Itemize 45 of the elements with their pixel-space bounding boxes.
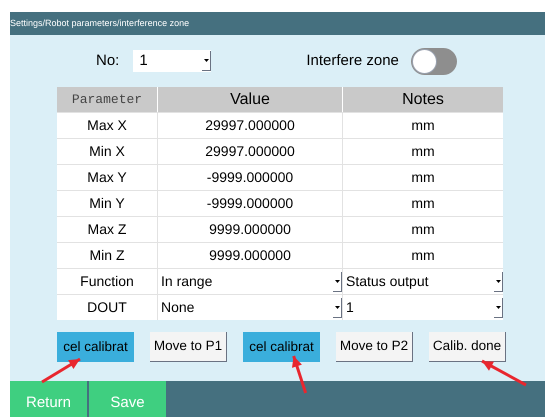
table-dropdown[interactable]: 1 [342, 295, 503, 320]
caret-icon [202, 51, 212, 71]
table-cell: 29997.000000 [157, 113, 342, 138]
table-cell-text: Min X [88, 142, 126, 161]
action-button[interactable]: Move to P2 [336, 332, 413, 362]
breadcrumb: Settings/Robot parameters/interference zone [10, 16, 190, 30]
table-cell-text: Function [79, 272, 135, 291]
column-header: Value [157, 87, 342, 112]
no-label: No: [96, 50, 120, 71]
table-cell: mm [342, 113, 503, 138]
table-dropdown[interactable]: None [157, 295, 342, 320]
table-cell: 9999.000000 [157, 243, 342, 268]
table-cell-text: Min Z [88, 246, 126, 265]
column-header: Parameter [70, 90, 144, 109]
table-cell-text: Max X [86, 116, 128, 135]
table-cell: 9999.000000 [157, 217, 342, 242]
table-cell: mm [342, 191, 503, 216]
table-cell: 29997.000000 [157, 139, 342, 164]
annotation-arrow [40, 357, 82, 384]
annotation-arrow [480, 359, 528, 387]
interfere-zone-toggle[interactable] [410, 48, 457, 74]
caret-icon [333, 272, 342, 292]
caret-icon [494, 298, 503, 318]
table-cell: -9999.000000 [157, 165, 342, 190]
table-cell: -9999.000000 [157, 191, 342, 216]
table-cell: mm [342, 217, 503, 242]
table-dropdown[interactable]: Status output [342, 269, 503, 294]
table-cell-text: Max Z [86, 220, 128, 239]
table-cell: mm [342, 139, 503, 164]
interfere-zone-label: Interfere zone [306, 50, 399, 71]
table-cell-text: Min Y [88, 194, 126, 213]
action-button[interactable]: cel calibrat [243, 332, 320, 362]
action-button[interactable]: cel calibrat [57, 332, 134, 362]
action-button[interactable]: Move to P1 [150, 332, 227, 362]
table-cell: mm [342, 165, 503, 190]
column-header: Notes [342, 87, 503, 112]
table-cell-text: DOUT [86, 298, 128, 317]
caret-icon [333, 298, 342, 318]
action-button[interactable]: Calib. done [429, 332, 506, 362]
caret-icon [494, 272, 503, 292]
table-cell-text: Max Y [86, 168, 128, 187]
table-cell: mm [342, 243, 503, 268]
table-dropdown[interactable]: In range [157, 269, 342, 294]
annotation-arrow [290, 354, 308, 395]
number-dropdown[interactable]: 1 [133, 50, 212, 72]
